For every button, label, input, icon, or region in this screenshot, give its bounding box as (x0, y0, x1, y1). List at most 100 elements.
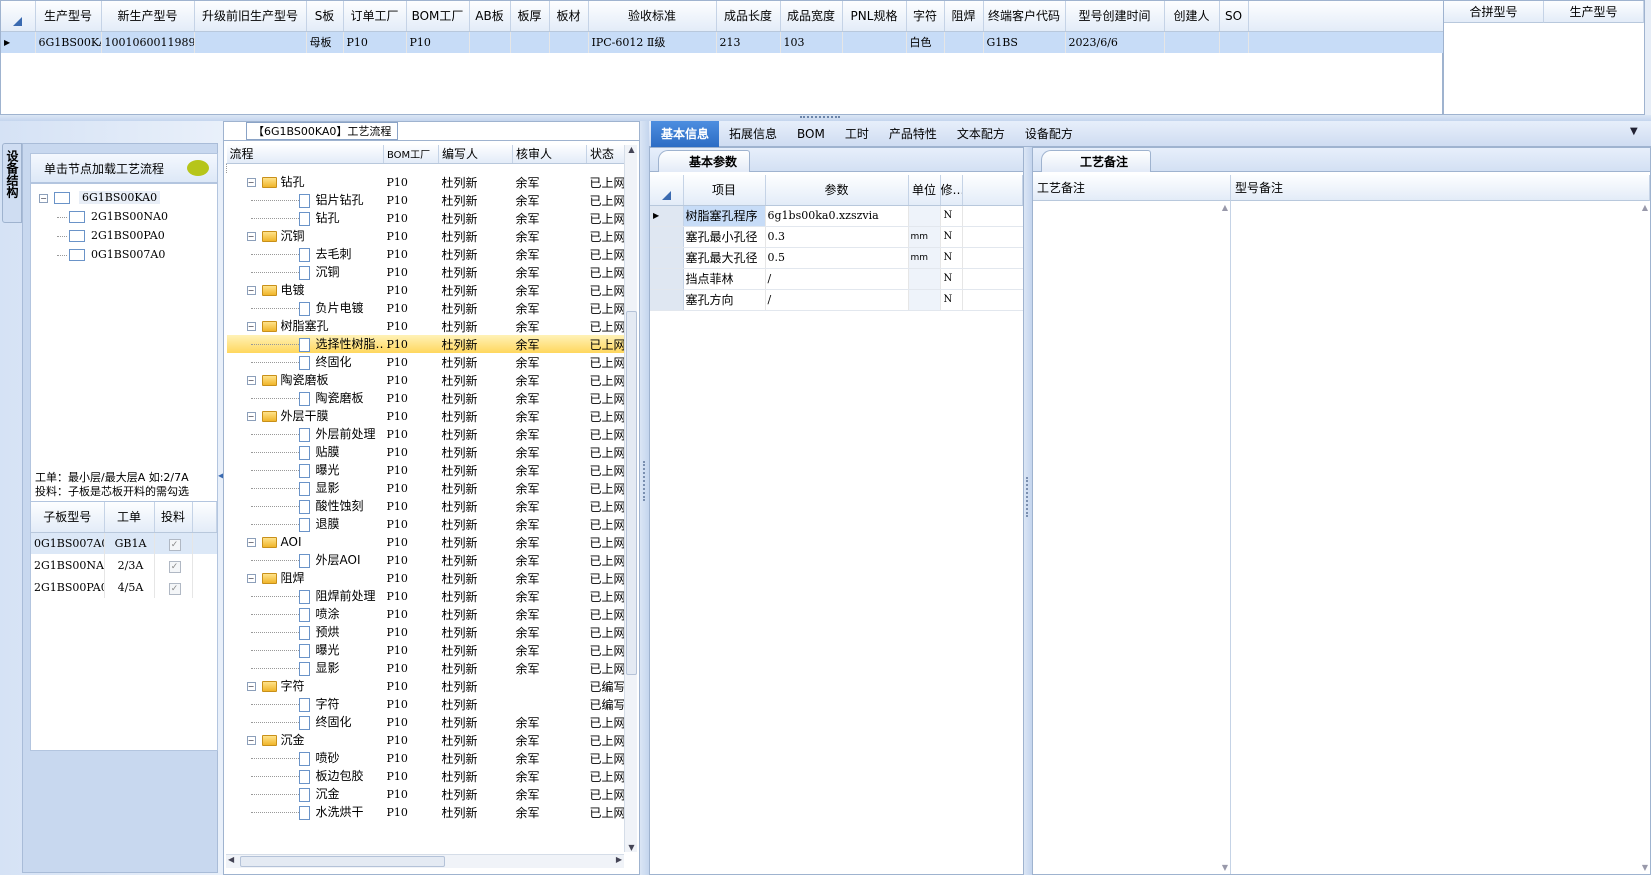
top-col-header[interactable]: S板 (306, 1, 344, 32)
top-col-header[interactable]: BOM工厂 (406, 1, 470, 32)
process-col-header[interactable]: BOM工厂 (383, 145, 439, 164)
sub-col-model[interactable]: 子板型号 (31, 502, 105, 533)
process-col-header[interactable]: 流程 (226, 145, 384, 164)
top-row-cell[interactable]: 母板 (306, 31, 344, 53)
remarks-col-process[interactable]: 工艺备注 (1033, 175, 1231, 201)
tree-child[interactable]: 2G1BS00PA0 (31, 226, 217, 245)
param-value[interactable]: / (765, 289, 909, 311)
process-row[interactable]: 沉金 P10 杜列新 余军 已上网 (227, 785, 626, 803)
process-col-header[interactable]: 编写人 (438, 145, 513, 164)
vertical-tab-device-structure[interactable]: 设备结构 (2, 143, 22, 223)
main-tab[interactable]: 文本配方 (947, 121, 1015, 147)
process-row[interactable]: 沉铜 P10 杜列新 余军 已上网 (227, 263, 626, 281)
process-hscroll-thumb[interactable] (240, 856, 445, 867)
top-col-header[interactable]: 板厚 (510, 1, 550, 32)
top-col-header[interactable]: AB板 (469, 1, 511, 32)
param-value[interactable]: 0.5 (765, 247, 909, 269)
process-row[interactable]: − 外层干膜 P10 杜列新 余军 已上网 (227, 407, 626, 425)
process-row[interactable]: 铝片钻孔 P10 杜列新 余军 已上网 (227, 191, 626, 209)
sub-col-order[interactable]: 工单 (104, 502, 155, 533)
collapse-icon[interactable]: − (39, 193, 48, 203)
collapse-icon[interactable]: − (246, 232, 256, 241)
collapse-icon[interactable]: − (246, 286, 256, 295)
params-col-value[interactable]: 参数 (765, 175, 909, 206)
process-vscroll-thumb[interactable] (626, 311, 637, 675)
main-tab[interactable]: 设备配方 (1015, 121, 1083, 147)
top-row-cell[interactable] (510, 31, 550, 53)
process-row[interactable]: 外层前处理 P10 杜列新 余军 已上网 (227, 425, 626, 443)
collapse-icon[interactable]: − (246, 574, 256, 583)
top-row-cell[interactable]: 6G1BS00KA0 (35, 31, 102, 53)
process-hscroll[interactable]: ◀ ▶ (226, 854, 624, 868)
top-row-cell[interactable]: 213 (716, 31, 781, 53)
param-value[interactable]: 0.3 (765, 226, 909, 248)
process-col-header[interactable]: 核审人 (512, 145, 587, 164)
process-row[interactable]: 负片电镀 P10 杜列新 余军 已上网 (227, 299, 626, 317)
main-tab[interactable]: 工时 (835, 121, 879, 147)
top-row-cell[interactable]: G1BS (983, 31, 1066, 53)
top-col-header[interactable]: 验收标准 (588, 1, 717, 32)
merge-col-header[interactable]: 合拼型号 (1444, 1, 1544, 23)
top-row-cell[interactable] (944, 31, 984, 53)
main-tab[interactable]: 基本信息 (651, 121, 720, 147)
top-row-cell[interactable]: P10 (406, 31, 470, 53)
sub-board-row[interactable]: 0G1BS007A0 GB1A ✓ (31, 532, 217, 554)
feed-checkbox[interactable]: ✓ (168, 538, 181, 551)
process-row[interactable]: 阻焊前处理 P10 杜列新 余军 已上网 (227, 587, 626, 605)
model-remarks-textarea[interactable]: ▲ ▼ (1231, 201, 1650, 874)
collapse-icon[interactable]: − (246, 682, 256, 691)
process-row[interactable]: − 陶瓷磨板 P10 杜列新 余军 已上网 (227, 371, 626, 389)
top-col-header[interactable]: PNL规格 (842, 1, 907, 32)
process-remarks-textarea[interactable]: ▲ ▼ (1033, 201, 1231, 874)
process-vscroll[interactable]: ▲ ▼ (624, 145, 637, 852)
top-col-header[interactable]: 终端客户代码 (983, 1, 1066, 32)
process-row[interactable]: − 树脂塞孔 P10 杜列新 余军 已上网 (227, 317, 626, 335)
vertical-splitter-2[interactable] (1024, 147, 1032, 875)
vertical-splitter-1[interactable] (640, 121, 649, 875)
collapse-icon[interactable]: − (246, 736, 256, 745)
top-col-header[interactable]: 成品长度 (716, 1, 781, 32)
process-row[interactable]: − 钻孔 P10 杜列新 余军 已上网 (227, 173, 626, 191)
process-row[interactable]: 选择性树脂… P10 杜列新 余军 已上网 (226, 335, 626, 353)
process-row[interactable]: 终固化 P10 杜列新 余军 已上网 (227, 353, 626, 371)
process-row[interactable]: 陶瓷磨板 P10 杜列新 余军 已上网 (227, 389, 626, 407)
param-row[interactable]: 塞孔最小孔径 0.3 mm N (650, 226, 1023, 248)
collapse-icon[interactable]: − (246, 322, 256, 331)
top-row-cell[interactable] (1164, 31, 1220, 53)
params-col-unit[interactable]: 单位 (908, 175, 941, 206)
params-col-mod[interactable]: 修… (940, 175, 963, 206)
top-col-header[interactable]: 字符 (906, 1, 945, 32)
param-row[interactable]: 挡点菲林 / N (650, 268, 1023, 290)
process-row[interactable]: 显影 P10 杜列新 余军 已上网 (227, 479, 626, 497)
process-row[interactable]: 去毛刺 P10 杜列新 余军 已上网 (227, 245, 626, 263)
collapse-icon[interactable]: − (246, 178, 256, 187)
top-row-cell[interactable] (549, 31, 589, 53)
top-col-header[interactable]: 成品宽度 (780, 1, 843, 32)
top-col-header[interactable]: 升级前旧生产型号 (194, 1, 307, 32)
top-col-header[interactable]: 新生产型号 (101, 1, 195, 32)
top-row-cell[interactable] (194, 31, 307, 53)
tab-process-remarks[interactable]: 工艺备注 (1041, 150, 1152, 172)
collapse-icon[interactable]: − (246, 412, 256, 421)
main-tab[interactable]: 产品特性 (879, 121, 947, 147)
process-row[interactable]: 钻孔 P10 杜列新 余军 已上网 (227, 209, 626, 227)
tree-root[interactable]: − 6G1BS00KA0 (31, 188, 217, 207)
top-col-header[interactable]: 订单工厂 (343, 1, 407, 32)
top-row-cell[interactable]: 10010600119893 (101, 31, 195, 53)
top-col-header[interactable]: 阻焊 (944, 1, 984, 32)
process-row[interactable]: 喷涂 P10 杜列新 余军 已上网 (227, 605, 626, 623)
param-value[interactable]: / (765, 268, 909, 290)
row-indicator[interactable]: ▶ (1, 31, 36, 53)
top-row-cell[interactable]: 2023/6/6 (1065, 31, 1165, 53)
param-row[interactable]: ▶ 树脂塞孔程序 6g1bs00ka0.xzszvia N (650, 205, 1023, 227)
process-row[interactable]: 板边包胶 P10 杜列新 余军 已上网 (227, 767, 626, 785)
process-row[interactable]: − 沉铜 P10 杜列新 余军 已上网 (227, 227, 626, 245)
process-row[interactable]: 酸性蚀刻 P10 杜列新 余军 已上网 (227, 497, 626, 515)
remarks-col-model[interactable]: 型号备注 (1231, 175, 1650, 201)
process-row[interactable]: 外层AOI P10 杜列新 余军 已上网 (227, 551, 626, 569)
param-row[interactable]: 塞孔方向 / N (650, 289, 1023, 311)
process-col-header[interactable]: 状态 (586, 145, 626, 164)
process-row[interactable]: 预烘 P10 杜列新 余军 已上网 (227, 623, 626, 641)
process-row[interactable]: 贴膜 P10 杜列新 余军 已上网 (227, 443, 626, 461)
top-col-header[interactable]: 创建人 (1164, 1, 1220, 32)
